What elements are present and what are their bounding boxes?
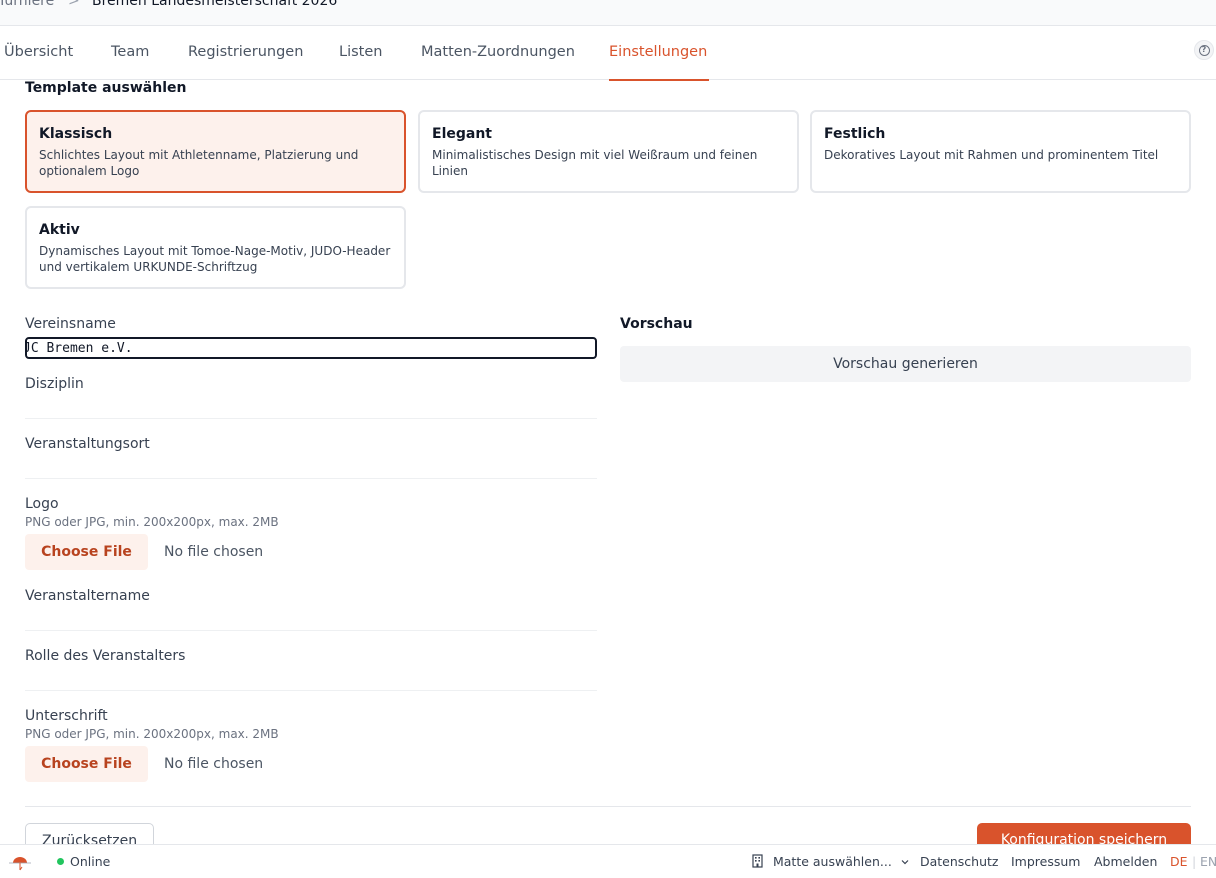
template-card-aktiv[interactable]: Aktiv Dynamisches Layout mit Tomoe-Nage-… — [25, 206, 406, 289]
tab-lists[interactable]: Listen — [339, 26, 382, 80]
template-section-title: Template auswählen — [25, 80, 187, 96]
organizer-role-label: Rolle des Veranstalters — [25, 648, 186, 664]
template-card-title: Aktiv — [39, 222, 80, 238]
status-bar: Online Matte auswählen... Datenschutz Im… — [0, 844, 1216, 878]
tab-registrations[interactable]: Registrierungen — [188, 26, 303, 80]
breadcrumb-item-tournaments[interactable]: Turniere — [0, 0, 54, 10]
mat-select-label: Matte auswählen... — [772, 854, 892, 869]
building-icon — [752, 854, 763, 868]
template-card-title: Festlich — [824, 126, 886, 142]
breadcrumb-item-current: Bremen Landesmeisterschaft 2026 — [92, 0, 338, 9]
language-en[interactable]: EN — [1200, 845, 1216, 878]
logo-label: Logo — [25, 496, 59, 512]
tab-overview[interactable]: Übersicht — [4, 26, 73, 80]
question-circle-icon: ? — [1198, 44, 1210, 56]
logo-choose-file-button[interactable]: Choose File — [25, 534, 148, 570]
logo-file-status: No file chosen — [164, 544, 264, 560]
online-status-label: Online — [70, 854, 111, 869]
venue-label: Veranstaltungsort — [25, 436, 150, 452]
template-card-description: Minimalistisches Design mit viel Weißrau… — [432, 148, 758, 178]
preview-title: Vorschau — [620, 316, 693, 332]
form-divider — [25, 806, 1191, 807]
template-card-description: Dekoratives Layout mit Rahmen und promin… — [824, 148, 1159, 162]
tab-team[interactable]: Team — [111, 26, 149, 80]
imprint-link[interactable]: Impressum — [1011, 845, 1080, 878]
generate-preview-button[interactable]: Vorschau generieren — [620, 346, 1191, 382]
language-separator: | — [1192, 854, 1197, 869]
club-name-input[interactable] — [25, 337, 597, 359]
template-card-festlich[interactable]: Festlich Dekoratives Layout mit Rahmen u… — [810, 110, 1191, 193]
organizer-name-label: Veranstaltername — [25, 588, 150, 604]
breadcrumb: Turniere > Bremen Landesmeisterschaft 20… — [0, 0, 1216, 26]
online-status-dot — [57, 858, 64, 865]
signature-file-status: No file chosen — [164, 756, 264, 772]
language-de[interactable]: DE — [1170, 845, 1188, 878]
app-logo-icon — [9, 857, 31, 871]
signature-label: Unterschrift — [25, 708, 108, 724]
discipline-label: Disziplin — [25, 376, 84, 392]
logout-link[interactable]: Abmelden — [1094, 845, 1157, 878]
template-card-description: Schlichtes Layout mit Athletenname, Plat… — [39, 148, 359, 178]
tab-settings[interactable]: Einstellungen — [609, 26, 709, 81]
help-button[interactable]: ? — [1194, 40, 1214, 60]
club-name-label: Vereinsname — [25, 316, 116, 332]
template-card-title: Klassisch — [39, 126, 113, 142]
logo-hint: PNG oder JPG, min. 200x200px, max. 2MB — [25, 515, 279, 529]
organizer-role-input[interactable] — [25, 669, 597, 691]
tab-bar: Übersicht Team Registrierungen Listen Ma… — [0, 26, 1216, 81]
tab-mat-assignments[interactable]: Matten-Zuordnungen — [421, 26, 575, 80]
venue-input[interactable] — [25, 457, 597, 479]
breadcrumb-separator-icon: > — [68, 0, 80, 9]
chevron-down-icon — [901, 860, 909, 865]
privacy-link[interactable]: Datenschutz — [920, 845, 999, 878]
template-card-klassisch[interactable]: Klassisch Schlichtes Layout mit Athleten… — [25, 110, 406, 193]
discipline-input[interactable] — [25, 397, 597, 419]
template-card-description: Dynamisches Layout mit Tomoe-Nage-Motiv,… — [39, 244, 391, 274]
template-card-title: Elegant — [432, 126, 492, 142]
signature-hint: PNG oder JPG, min. 200x200px, max. 2MB — [25, 727, 279, 741]
template-card-elegant[interactable]: Elegant Minimalistisches Design mit viel… — [418, 110, 799, 193]
mat-select[interactable]: Matte auswählen... — [751, 845, 910, 878]
organizer-name-input[interactable] — [25, 609, 597, 631]
signature-choose-file-button[interactable]: Choose File — [25, 746, 148, 782]
